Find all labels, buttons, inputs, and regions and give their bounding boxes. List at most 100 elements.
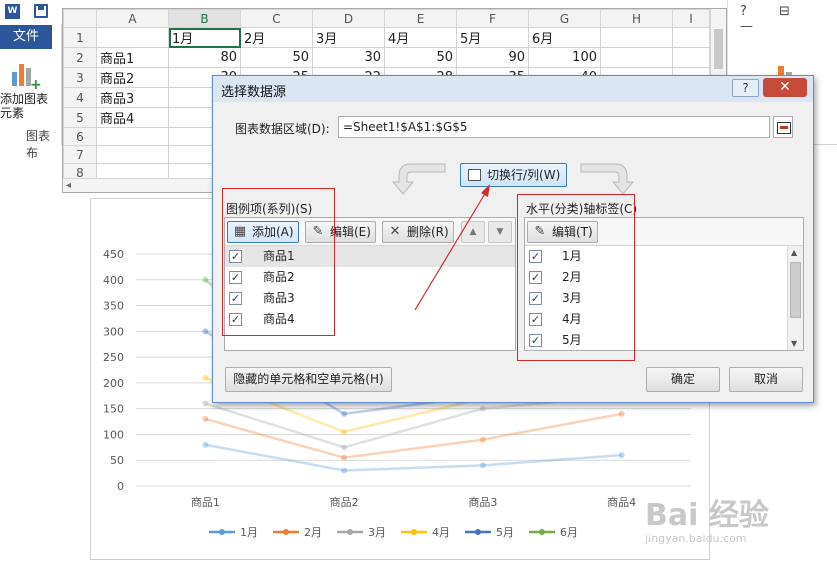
col-header-g[interactable]: G [528, 9, 601, 28]
col-header-h[interactable]: H [600, 9, 673, 28]
sheet-cell[interactable] [96, 127, 169, 146]
x-tick-label: 商品3 [468, 495, 497, 509]
data-point [479, 462, 486, 469]
left-curved-arrow-icon [391, 163, 446, 195]
range-picker-icon[interactable] [773, 116, 793, 138]
ok-button[interactable]: 确定 [646, 367, 720, 392]
quick-access-toolbar: W [0, 0, 62, 24]
sheet-cell[interactable]: 2月 [240, 27, 313, 48]
annotation-box-axis [517, 194, 635, 361]
sheet-cell[interactable]: 50 [384, 47, 457, 68]
sheet-cell[interactable] [672, 47, 710, 68]
legend-marker [219, 529, 225, 535]
sheet-cell[interactable]: 商品1 [96, 47, 169, 68]
sheet-cell[interactable] [600, 27, 673, 48]
sheet-cell[interactable]: 商品4 [96, 107, 169, 128]
sheet-cell[interactable]: 商品2 [96, 67, 169, 88]
window-controls[interactable]: ? ⊟ — [740, 4, 837, 34]
legend-marker [411, 529, 417, 535]
switch-row-column-button[interactable]: 切换行/列(W) [460, 163, 567, 187]
y-tick-label: 250 [103, 351, 124, 364]
scroll-up-icon[interactable]: ▲ [791, 248, 797, 257]
corner-cell[interactable] [63, 9, 97, 28]
col-header-c[interactable]: C [240, 9, 313, 28]
add-chart-element-button[interactable]: + 添加图表 元素 [0, 60, 60, 120]
scroll-thumb[interactable] [714, 29, 723, 69]
row-header[interactable]: 5 [63, 107, 97, 128]
switch-row-column-icon [468, 169, 481, 181]
hidden-empty-cells-button[interactable]: 隐藏的单元格和空单元格(H) [225, 367, 392, 392]
switch-row-column-label: 切换行/列(W) [487, 168, 561, 182]
data-point [618, 452, 625, 459]
legend-label: 5月 [496, 526, 514, 539]
col-header-e[interactable]: E [384, 9, 457, 28]
file-tab[interactable]: 文件 [0, 25, 52, 49]
row-header[interactable]: 1 [63, 27, 97, 48]
series-line [204, 394, 622, 449]
y-tick-label: 100 [103, 428, 124, 441]
cancel-button[interactable]: 取消 [729, 367, 803, 392]
col-header-d[interactable]: D [312, 9, 385, 28]
chart-layout-group-label: 图表布 [26, 129, 51, 160]
scroll-down-icon[interactable]: ▼ [791, 339, 797, 348]
row-header[interactable]: 6 [63, 127, 97, 146]
sheet-cell[interactable] [96, 27, 169, 48]
help-button[interactable]: ? [732, 79, 759, 97]
data-point [479, 405, 486, 412]
row-header[interactable]: 7 [63, 145, 97, 164]
data-point [618, 410, 625, 417]
sheet-row: 1 1月 2月 3月 4月 5月 6月 [63, 27, 710, 48]
annotation-box-series [222, 188, 335, 336]
sheet-cell[interactable]: 3月 [312, 27, 385, 48]
sheet-cell[interactable]: 50 [240, 47, 313, 68]
delete-icon: ✕ [389, 224, 401, 239]
sheet-cell[interactable]: 商品3 [96, 87, 169, 108]
legend-marker [347, 529, 353, 535]
data-point [202, 328, 209, 335]
data-point [341, 428, 348, 435]
sheet-cell[interactable]: 5月 [456, 27, 529, 48]
y-tick-label: 350 [103, 300, 124, 313]
row-header[interactable]: 2 [63, 47, 97, 68]
col-header-a[interactable]: A [96, 9, 169, 28]
chart-data-range-input[interactable]: =Sheet1!$A$1:$G$5 [338, 116, 770, 138]
col-header-i[interactable]: I [672, 9, 710, 28]
row-header[interactable]: 3 [63, 67, 97, 88]
move-down-icon[interactable]: ▼ [488, 221, 512, 243]
y-tick-label: 150 [103, 403, 124, 416]
col-header-f[interactable]: F [456, 9, 529, 28]
sheet-cell[interactable] [672, 27, 710, 48]
sheet-cell[interactable]: 4月 [384, 27, 457, 48]
series-line [205, 412, 622, 459]
sheet-cell[interactable] [600, 47, 673, 68]
col-header-b[interactable]: B [168, 9, 241, 28]
data-point [341, 410, 348, 417]
sheet-cell[interactable]: 100 [528, 47, 601, 68]
y-tick-label: 400 [103, 274, 124, 287]
legend-label: 6月 [560, 526, 578, 539]
column-header-row: A B C D E F G H I [63, 9, 710, 28]
dialog-titlebar[interactable]: 选择数据源 ? ✕ [213, 76, 813, 102]
save-icon[interactable] [34, 4, 48, 18]
data-point [341, 454, 348, 461]
add-chart-element-icon: + [10, 60, 42, 92]
close-button[interactable]: ✕ [763, 78, 807, 97]
scroll-left-icon[interactable]: ◂ [66, 180, 71, 191]
y-tick-label: 300 [103, 325, 124, 338]
scroll-thumb[interactable] [790, 262, 801, 318]
sheet-cell[interactable] [96, 145, 169, 164]
y-tick-label: 450 [103, 248, 124, 261]
category-list-scrollbar[interactable]: ▲ ▼ [787, 246, 803, 350]
sheet-cell[interactable]: 90 [456, 47, 529, 68]
legend-marker [475, 529, 481, 535]
delete-series-button[interactable]: ✕ 删除(R) [382, 221, 454, 243]
sheet-cell[interactable]: 80 [168, 47, 241, 68]
legend-label: 1月 [240, 526, 258, 539]
sheet-cell[interactable]: 1月 [168, 27, 241, 48]
data-point [202, 374, 209, 381]
move-up-icon[interactable]: ▲ [461, 221, 485, 243]
sheet-cell[interactable]: 30 [312, 47, 385, 68]
y-tick-label: 50 [110, 454, 124, 467]
row-header[interactable]: 4 [63, 87, 97, 108]
sheet-cell[interactable]: 6月 [528, 27, 601, 48]
